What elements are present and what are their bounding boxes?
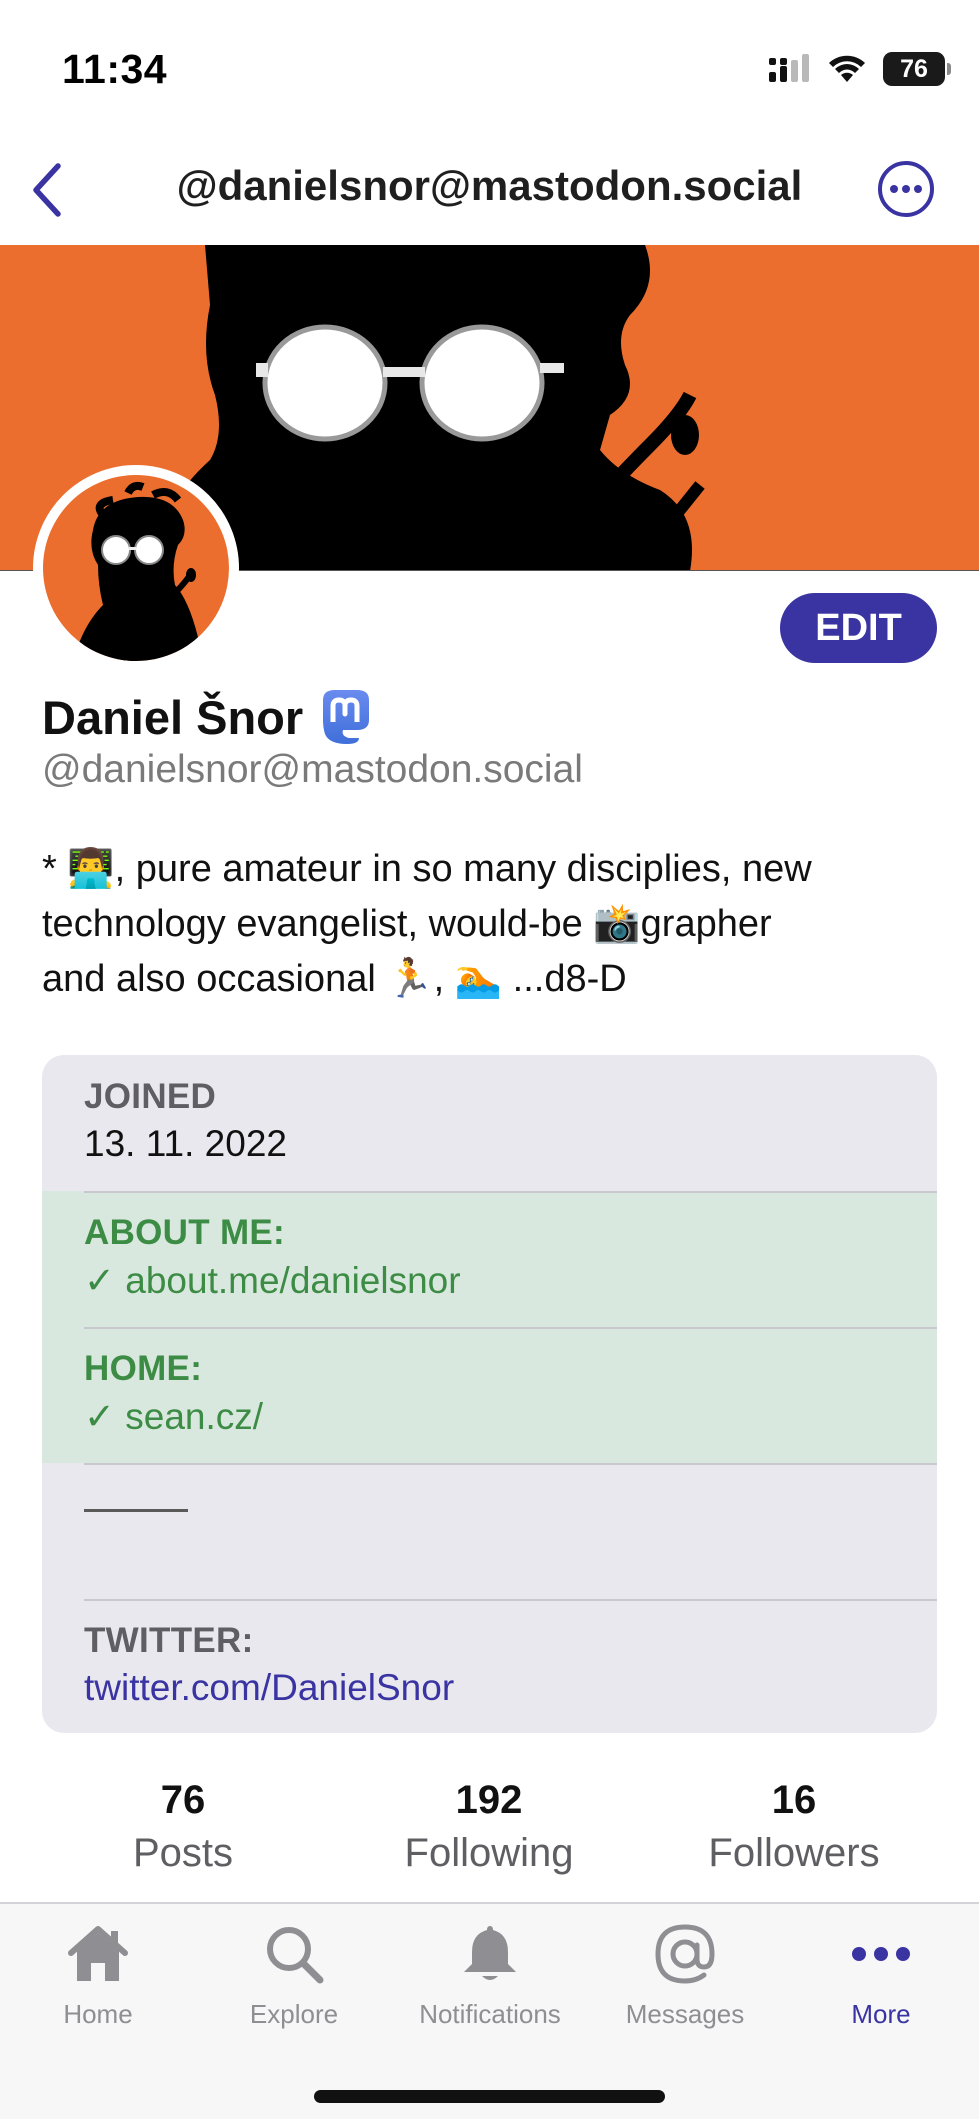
avatar-silhouette-icon <box>73 481 203 661</box>
display-name: Daniel Šnor <box>42 690 304 744</box>
ellipsis-circle-icon[interactable] <box>877 160 935 218</box>
at-sign-icon <box>649 1918 721 1989</box>
chevron-left-icon <box>33 163 61 217</box>
bio-line: technology evangelist, would-be 📸grapher <box>42 903 772 945</box>
display-name-row: Daniel Šnor <box>42 686 377 748</box>
field-label: JOINED <box>84 1077 217 1116</box>
nav-bar: @danielsnor@mastodon.social <box>0 140 979 245</box>
field-value: 13. 11. 2022 <box>84 1123 287 1164</box>
field-label: HOME: <box>84 1349 203 1388</box>
stat-count: 76 <box>160 1778 206 1822</box>
account-handle: @danielsnor@mastodon.social <box>42 748 583 791</box>
bio-line: and also occasional 🏃, 🏊 ...d8-D <box>42 958 627 1000</box>
divider <box>84 1327 937 1329</box>
tab-bar: Home Explore Notifications Messages More <box>0 1902 979 2119</box>
field-label: ABOUT ME: <box>84 1213 286 1252</box>
field-about-me[interactable]: ABOUT ME: ✓ about.me/danielsnor <box>42 1191 937 1327</box>
profile-stats: 76 Posts 192 Following 16 Followers <box>0 1778 979 1888</box>
home-indicator[interactable] <box>314 2090 665 2103</box>
tab-label: Notifications <box>419 1999 561 2029</box>
bell-icon <box>454 1918 526 1989</box>
wifi-icon <box>829 55 865 82</box>
home-icon <box>62 1918 134 1989</box>
tab-explore[interactable]: Explore <box>196 1918 392 2030</box>
status-bar: 11:34 76 <box>0 0 979 140</box>
stat-label: Following <box>404 1831 574 1875</box>
tab-more[interactable]: More <box>783 1918 979 2030</box>
field-link[interactable]: twitter.com/DanielSnor <box>84 1667 454 1709</box>
nav-title: @danielsnor@mastodon.social <box>176 162 803 209</box>
stat-following[interactable]: 192 Following <box>339 1778 639 1876</box>
field-twitter[interactable]: TWITTER: twitter.com/DanielSnor <box>42 1599 937 1733</box>
tab-label: Explore <box>249 1999 339 2029</box>
tab-label: Home <box>63 1999 133 2029</box>
divider <box>84 1191 937 1193</box>
tab-label: Messages <box>625 1999 745 2029</box>
field-link[interactable]: ✓ about.me/danielsnor <box>84 1259 461 1302</box>
dash-line <box>84 1509 188 1512</box>
field-label: TWITTER: <box>84 1621 254 1660</box>
stat-label: Posts <box>132 1831 234 1875</box>
search-icon <box>258 1918 330 1989</box>
avatar[interactable] <box>33 465 239 671</box>
stat-followers[interactable]: 16 Followers <box>644 1778 944 1876</box>
divider <box>84 1599 937 1601</box>
stat-count: 16 <box>771 1778 817 1822</box>
tab-notifications[interactable]: Notifications <box>392 1918 588 2030</box>
profile-bio: * 👨‍💻, pure amateur in so many disciplie… <box>42 842 942 1007</box>
tab-messages[interactable]: Messages <box>587 1918 783 2030</box>
stat-posts[interactable]: 76 Posts <box>33 1778 333 1876</box>
profile-fields-card: JOINED 13. 11. 2022 ABOUT ME: ✓ about.me… <box>42 1055 937 1733</box>
battery-icon: 76 <box>883 52 951 86</box>
bio-line: * 👨‍💻, pure amateur in so many disciplie… <box>42 848 812 890</box>
edit-profile-button[interactable]: EDIT <box>780 593 937 663</box>
tab-label: More <box>851 1999 911 2029</box>
status-time: 11:34 <box>62 46 168 92</box>
back-button[interactable] <box>18 158 78 222</box>
field-home[interactable]: HOME: ✓ sean.cz/ <box>42 1327 937 1463</box>
avatar-image <box>43 475 229 661</box>
tab-home[interactable]: Home <box>0 1918 196 2030</box>
more-dots-icon <box>845 1918 917 1989</box>
cellular-signal-icon <box>769 54 809 82</box>
stat-count: 192 <box>455 1778 523 1822</box>
mastodon-logo-icon <box>323 690 370 744</box>
field-joined: JOINED 13. 11. 2022 <box>42 1055 937 1191</box>
stat-label: Followers <box>708 1831 880 1875</box>
status-icons: 76 <box>767 52 951 86</box>
field-link[interactable]: ✓ sean.cz/ <box>84 1395 263 1438</box>
field-separator <box>42 1463 937 1599</box>
divider <box>84 1463 937 1465</box>
